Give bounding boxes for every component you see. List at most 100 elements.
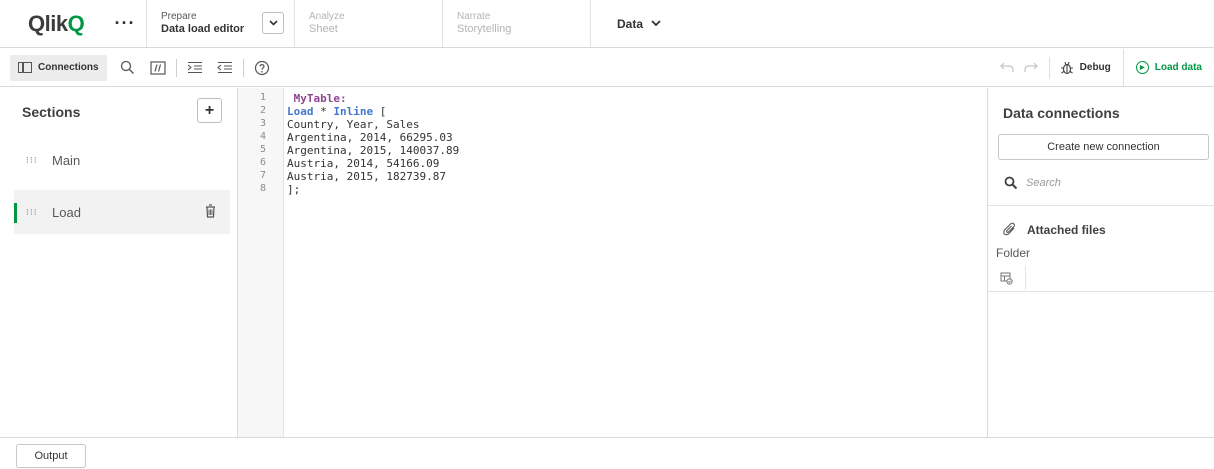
line-number: 6 <box>259 157 266 168</box>
drag-handle-icon[interactable]: ⁝⁝⁝ <box>26 208 38 217</box>
toolbar-right: Debug ▶ Load data <box>995 49 1214 86</box>
code-line[interactable]: Argentina, 2014, 66295.03 <box>287 131 453 144</box>
add-section-button[interactable]: + <box>197 98 222 123</box>
script-editor[interactable]: MyTable: Load * Inline [ Country, Year, … <box>287 88 987 437</box>
tab-analyze[interactable]: Analyze Sheet <box>294 0 442 47</box>
bottom-bar: Output <box>0 437 1214 469</box>
comment-button[interactable] <box>143 55 173 81</box>
redo-button[interactable] <box>1019 60 1043 76</box>
code-line[interactable]: Load * Inline [ <box>287 105 386 118</box>
section-item-label: Main <box>52 152 81 168</box>
keyword-token: Inline <box>333 105 374 118</box>
select-data-button[interactable] <box>1000 272 1013 288</box>
attached-files-header[interactable]: Attached files <box>1003 222 1106 237</box>
divider <box>988 291 1214 292</box>
drag-handle-icon[interactable]: ⁝⁝⁝ <box>26 156 38 165</box>
code-line[interactable]: Austria, 2015, 182739.87 <box>287 170 446 183</box>
line-number: 2 <box>259 105 266 116</box>
toolbar-divider <box>242 58 244 77</box>
line-number: 4 <box>259 131 266 142</box>
debug-button[interactable]: Debug <box>1048 56 1123 79</box>
connection-search[interactable]: Search <box>1004 176 1061 190</box>
line-number: 8 <box>259 183 266 194</box>
line-number: 1 <box>259 92 266 103</box>
debug-label: Debug <box>1079 62 1111 73</box>
keyword-token: Load <box>287 105 314 118</box>
logo-text: Qlik <box>28 10 68 36</box>
code-token: Austria, 2015, 182739.87 <box>287 170 446 183</box>
logo-mark: Q <box>67 10 85 36</box>
help-icon <box>254 60 269 75</box>
folder-label: Folder <box>996 246 1031 260</box>
panel-icon <box>18 62 32 73</box>
data-connections-title: Data connections <box>1003 105 1120 121</box>
tab-analyze-subtitle: Sheet <box>309 23 338 35</box>
undo-button[interactable] <box>995 60 1019 76</box>
data-menu-button[interactable]: Data <box>590 0 730 47</box>
code-line[interactable]: MyTable: <box>287 92 347 105</box>
sections-panel: Sections + ⁝⁝⁝ Main ⁝⁝⁝ Load <box>0 88 238 437</box>
search-icon <box>120 60 135 74</box>
trash-icon <box>206 203 215 218</box>
play-icon: ▶ <box>1135 61 1149 74</box>
chevron-down-icon <box>268 20 278 26</box>
create-new-connection-button[interactable]: Create new connection <box>998 134 1209 160</box>
code-token: * <box>313 105 334 118</box>
indent-button[interactable] <box>180 55 210 81</box>
code-line[interactable]: Austria, 2014, 54166.09 <box>287 157 439 170</box>
delete-section-button[interactable] <box>205 203 216 221</box>
divider <box>1025 266 1026 290</box>
output-button[interactable]: Output <box>16 444 86 468</box>
chevron-down-icon <box>651 20 661 27</box>
search-button[interactable] <box>113 55 143 81</box>
search-placeholder: Search <box>1026 177 1061 189</box>
code-token: Argentina, 2014, 66295.03 <box>287 131 453 144</box>
section-item-label: Load <box>52 204 81 220</box>
redo-icon <box>1024 62 1038 72</box>
code-token: [ <box>373 105 387 118</box>
paperclip-icon <box>1003 222 1015 236</box>
tab-narrate[interactable]: Narrate Storytelling <box>442 0 590 47</box>
toolbar-divider <box>175 58 177 77</box>
line-number: 3 <box>259 118 266 129</box>
help-button[interactable] <box>247 55 277 81</box>
undo-icon <box>999 62 1014 72</box>
sections-title: Sections <box>22 104 81 120</box>
search-icon <box>1004 176 1018 190</box>
indent-icon <box>187 61 202 74</box>
data-menu-label: Data <box>617 16 644 31</box>
prepare-dropdown-button[interactable] <box>262 12 284 34</box>
plus-icon: + <box>204 101 215 119</box>
attached-files-label: Attached files <box>1027 222 1106 237</box>
line-number: 5 <box>259 144 266 155</box>
comment-icon <box>149 60 166 75</box>
code-token: ]; <box>287 183 301 196</box>
top-nav: Qlik Q ··· Prepare Data load editor Analy… <box>0 0 1214 48</box>
outdent-button[interactable] <box>210 55 240 81</box>
section-item-main[interactable]: ⁝⁝⁝ Main <box>14 138 230 182</box>
editor-toolbar: Connections Debug ▶ Load data <box>0 49 1214 87</box>
outdent-icon <box>216 61 232 74</box>
code-line[interactable]: Argentina, 2015, 140037.89 <box>287 144 459 157</box>
debug-icon <box>1060 61 1073 75</box>
load-data-label: Load data <box>1154 62 1202 73</box>
tab-prepare[interactable]: Prepare Data load editor <box>146 0 294 47</box>
more-menu-button[interactable]: ··· <box>104 0 146 47</box>
code-token: Country, Year, Sales <box>287 118 420 131</box>
tab-analyze-title: Analyze <box>309 11 345 22</box>
load-data-button[interactable]: ▶ Load data <box>1122 49 1214 86</box>
connections-toggle-button[interactable]: Connections <box>10 54 107 81</box>
connections-label: Connections <box>38 62 99 73</box>
code-line[interactable]: Country, Year, Sales <box>287 118 419 131</box>
tab-narrate-title: Narrate <box>457 11 491 22</box>
code-line[interactable]: ]; <box>287 183 300 196</box>
code-token: Austria, 2014, 54166.09 <box>287 157 440 170</box>
more-icon: ··· <box>114 13 136 33</box>
table-label-token: MyTable: <box>287 92 347 105</box>
app-root: Qlik Q ··· Prepare Data load editor Analy… <box>0 0 1214 469</box>
qlik-logo[interactable]: Qlik Q <box>0 0 104 47</box>
line-number: 7 <box>259 170 266 181</box>
table-select-icon <box>1000 272 1013 285</box>
section-item-load[interactable]: ⁝⁝⁝ Load <box>14 190 230 234</box>
divider <box>988 205 1214 206</box>
